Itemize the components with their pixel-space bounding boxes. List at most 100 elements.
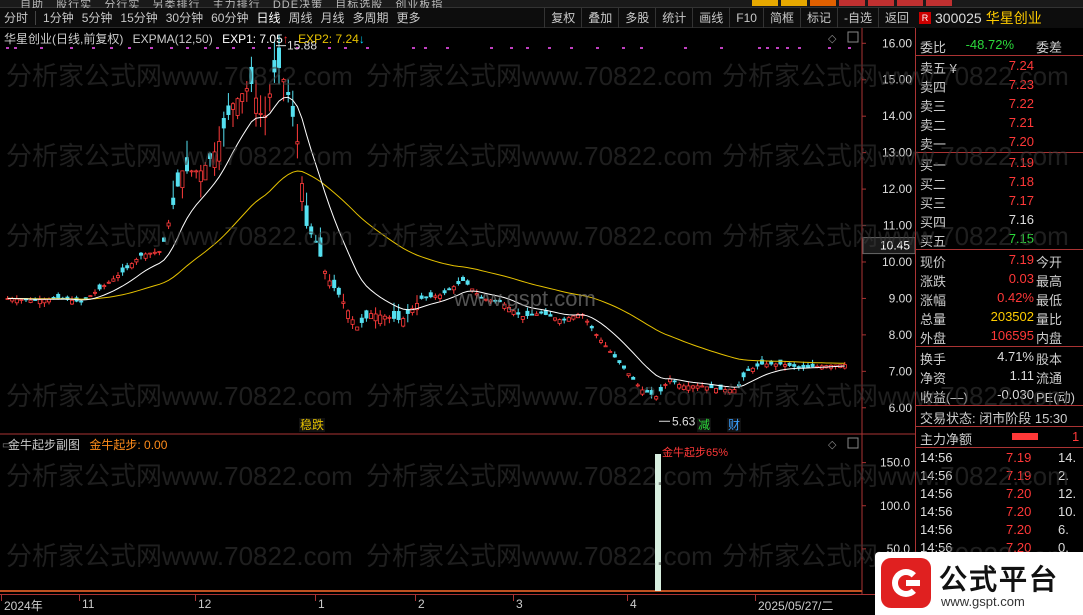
candle-body — [704, 386, 709, 391]
candle-body — [364, 310, 369, 319]
candle-body — [566, 317, 571, 322]
bid-row: 买三 7.17 — [916, 192, 1083, 211]
period-tab[interactable]: 1分钟 — [39, 8, 78, 28]
candle-body — [161, 237, 166, 242]
period-tab[interactable]: 分时 — [0, 8, 32, 28]
toolbar-button[interactable]: -自选 — [836, 7, 878, 28]
candle-body — [428, 292, 433, 298]
candle-body — [253, 97, 258, 114]
nav-btn-2[interactable] — [781, 0, 807, 6]
candle-body — [272, 60, 277, 73]
sub-indicator-chart[interactable]: 150.0100.050.0金牛起步65%◇▭ — [0, 434, 915, 594]
period-tab[interactable]: 多周期 — [349, 8, 393, 28]
price-tick-label: 8.00 — [889, 328, 913, 342]
nav-btn-1[interactable] — [752, 0, 778, 6]
ask-price[interactable]: 7.20 — [1009, 134, 1034, 149]
sub-maximize-icon[interactable] — [847, 437, 859, 449]
bid-price[interactable]: 7.19 — [1009, 155, 1034, 170]
candlestick-chart[interactable]: 16.00 15.00 14.00 13.00 12.00 11.00 10.00 9.00 8… — [0, 28, 915, 435]
candle-body — [42, 299, 47, 304]
ask-price[interactable]: 7.21 — [1009, 115, 1034, 130]
candle-body — [700, 385, 705, 388]
nav-btn-6[interactable] — [897, 0, 923, 6]
candle-body — [433, 295, 438, 298]
candle-body — [207, 153, 212, 160]
nav-btn-3[interactable] — [810, 0, 836, 6]
toolbar-button[interactable]: 复权 — [544, 7, 581, 28]
bid-row: 买二 7.18 — [916, 173, 1083, 192]
stat-label: 外盘 — [920, 331, 947, 346]
weibi-value: -48.72% — [965, 37, 1014, 52]
bid-price[interactable]: 7.18 — [1009, 174, 1034, 189]
stat-label-2: 量比 — [1036, 312, 1063, 327]
flow-value: 1 — [1072, 429, 1080, 444]
ask-row: 卖五 ¥ 7.24 — [916, 57, 1083, 76]
price-tick-label: 12.00 — [882, 182, 912, 196]
stock-name[interactable]: 华星创业 — [986, 8, 1042, 28]
price-tick-label: 6.00 — [889, 401, 913, 415]
candle-body — [746, 368, 751, 371]
candle-body — [714, 388, 719, 394]
top-nav-color-buttons[interactable] — [752, 0, 952, 6]
candle-body — [368, 313, 373, 320]
candle-body — [654, 396, 659, 400]
stat-row: 外盘 106595 内盘 — [916, 327, 1083, 346]
bid-price[interactable]: 7.16 — [1009, 212, 1034, 227]
candle-body — [116, 275, 121, 278]
toolbar-button[interactable]: 标记 — [799, 7, 837, 28]
symbol-header: R 300025 华星创业 — [915, 8, 1083, 28]
toolbar-button[interactable]: 返回 — [877, 7, 915, 28]
period-tab[interactable]: 5分钟 — [78, 8, 117, 28]
sub-chart-name[interactable]: 金牛起步副图 — [8, 438, 80, 452]
price-tick-label: 9.00 — [889, 291, 913, 305]
tick-row: 14:56 7.20 10. — [916, 503, 1083, 521]
period-tab[interactable]: 月线 — [317, 8, 349, 28]
candle-body — [309, 226, 314, 235]
ask-price[interactable]: 7.22 — [1009, 96, 1034, 111]
candle-body — [796, 366, 801, 369]
candle-body — [442, 290, 447, 294]
period-tab[interactable]: 周线 — [284, 8, 316, 28]
candle-body — [19, 299, 24, 301]
period-tab[interactable]: 30分钟 — [162, 8, 207, 28]
nav-btn-5[interactable] — [868, 0, 894, 6]
toolbar-button[interactable]: F10 — [729, 7, 763, 28]
candle-body — [396, 311, 401, 320]
period-tab[interactable]: 15分钟 — [116, 8, 161, 28]
candle-body — [810, 363, 815, 368]
candle-body — [14, 298, 19, 304]
period-tab[interactable]: 日线 — [252, 8, 284, 28]
event-marker[interactable]: 减 — [697, 418, 711, 432]
candle-body — [520, 316, 525, 320]
toolbar-button[interactable]: 叠加 — [581, 7, 618, 28]
toolbar-button[interactable]: 多股 — [618, 7, 655, 28]
stat-label: 换手 — [920, 352, 947, 367]
candle-body — [741, 372, 746, 378]
candle-body — [341, 301, 346, 304]
candle-body — [543, 310, 548, 315]
ask-price[interactable]: 7.24 — [1009, 58, 1034, 73]
toolbar-button[interactable]: 画线 — [692, 7, 729, 28]
sub-collapse-icon[interactable]: ◇ — [828, 439, 837, 451]
nav-btn-4[interactable] — [839, 0, 865, 6]
candle-body — [483, 298, 488, 301]
price-tick-label: 11.00 — [883, 219, 912, 233]
collapse-icon[interactable]: ◇ — [828, 33, 837, 45]
nav-btn-7[interactable] — [926, 0, 952, 6]
ask-price[interactable]: 7.23 — [1009, 77, 1034, 92]
period-tab[interactable]: 更多 — [393, 8, 425, 28]
indicator-name[interactable]: EXPMA(12,50) — [133, 32, 213, 46]
bid-price[interactable]: 7.17 — [1009, 193, 1034, 208]
toolbar-button[interactable]: 统计 — [655, 7, 692, 28]
event-marker[interactable]: 稳跌 — [299, 417, 325, 432]
candle-body — [345, 310, 350, 319]
period-tab[interactable]: 60分钟 — [207, 8, 252, 28]
candle-body — [649, 389, 654, 395]
toolbar-button[interactable]: 简框 — [762, 7, 800, 28]
candle-body — [778, 359, 783, 365]
event-marker[interactable]: 财 — [727, 418, 741, 432]
bid-price[interactable]: 7.15 — [1009, 231, 1034, 246]
status-row: 交易状态: 闭市阶段 15:30 — [916, 407, 1083, 426]
ask-row: 卖四 7.23 — [916, 76, 1083, 95]
tick-volume: 6. — [1058, 522, 1069, 537]
